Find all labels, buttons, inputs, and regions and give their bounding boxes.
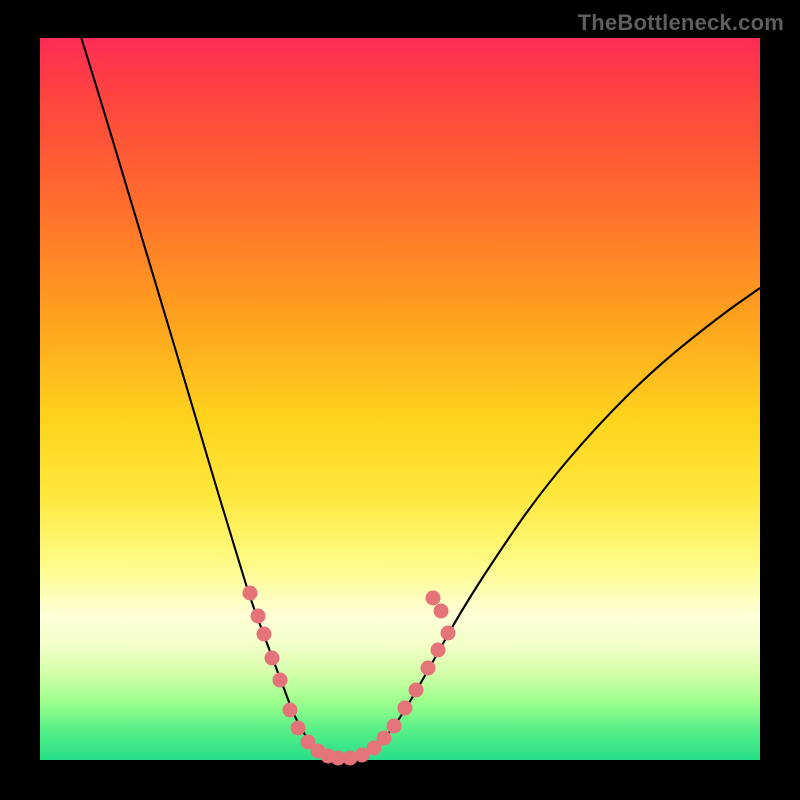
chart-stage: TheBottleneck.com [0, 0, 800, 800]
watermark-text: TheBottleneck.com [578, 10, 784, 36]
scatter-dot [273, 673, 288, 688]
scatter-dot [421, 661, 436, 676]
scatter-dot [431, 643, 446, 658]
scatter-dot [398, 701, 413, 716]
scatter-dot [377, 731, 392, 746]
scatter-dot [426, 591, 441, 606]
scatter-dot [291, 721, 306, 736]
scatter-dots [243, 586, 456, 766]
scatter-dot [387, 719, 402, 734]
scatter-dot [257, 627, 272, 642]
scatter-dot [243, 586, 258, 601]
scatter-dot [251, 609, 266, 624]
scatter-dot [283, 703, 298, 718]
plot-area [40, 38, 760, 760]
scatter-dot [409, 683, 424, 698]
scatter-dot [265, 651, 280, 666]
scatter-dot [434, 604, 449, 619]
curve-svg [40, 38, 760, 760]
bottleneck-curve [72, 8, 760, 758]
scatter-dot [441, 626, 456, 641]
